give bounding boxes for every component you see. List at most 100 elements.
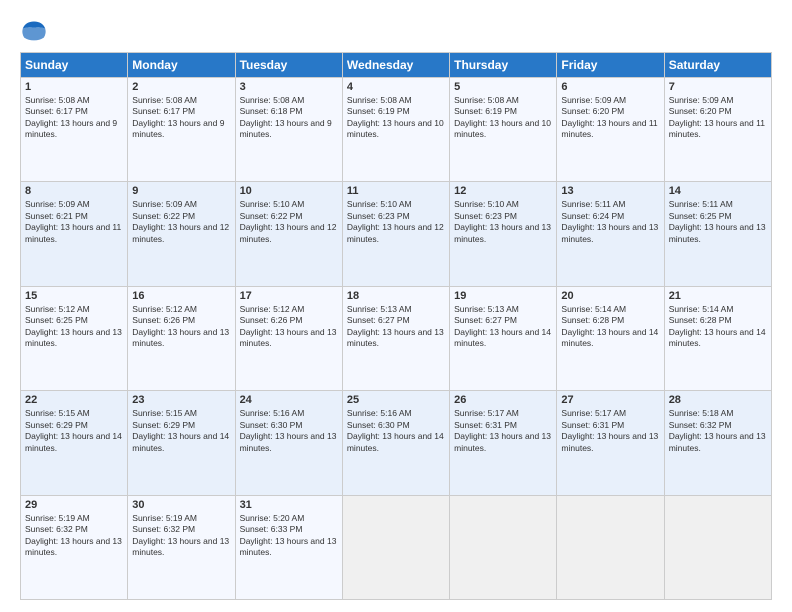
day-number: 6 <box>561 81 659 93</box>
day-number: 22 <box>25 394 123 406</box>
header-cell-thursday: Thursday <box>450 53 557 78</box>
week-row-1: 1Sunrise: 5:08 AMSunset: 6:17 PMDaylight… <box>21 78 772 182</box>
day-content: Sunrise: 5:08 AMSunset: 6:17 PMDaylight:… <box>25 95 123 141</box>
day-number: 18 <box>347 290 445 302</box>
day-number: 17 <box>240 290 338 302</box>
day-content: Sunrise: 5:16 AMSunset: 6:30 PMDaylight:… <box>240 408 338 454</box>
calendar-body: 1Sunrise: 5:08 AMSunset: 6:17 PMDaylight… <box>21 78 772 600</box>
day-cell: 4Sunrise: 5:08 AMSunset: 6:19 PMDaylight… <box>342 78 449 182</box>
day-cell: 29Sunrise: 5:19 AMSunset: 6:32 PMDayligh… <box>21 495 128 599</box>
calendar-table: SundayMondayTuesdayWednesdayThursdayFrid… <box>20 52 772 600</box>
day-number: 8 <box>25 185 123 197</box>
day-content: Sunrise: 5:10 AMSunset: 6:23 PMDaylight:… <box>347 199 445 245</box>
header <box>20 18 772 46</box>
day-number: 3 <box>240 81 338 93</box>
day-cell: 22Sunrise: 5:15 AMSunset: 6:29 PMDayligh… <box>21 391 128 495</box>
header-cell-sunday: Sunday <box>21 53 128 78</box>
day-cell: 2Sunrise: 5:08 AMSunset: 6:17 PMDaylight… <box>128 78 235 182</box>
day-cell: 9 Sunrise: 5:09 AMSunset: 6:22 PMDaylight… <box>128 182 235 286</box>
day-content: Sunrise: 5:19 AMSunset: 6:32 PMDaylight:… <box>132 513 230 559</box>
day-content: Sunrise: 5:12 AMSunset: 6:25 PMDaylight:… <box>25 304 123 350</box>
day-content: Sunrise: 5:09 AMSunset: 6:20 PMDaylight:… <box>561 95 659 141</box>
day-cell: 11 Sunrise: 5:10 AMSunset: 6:23 PMDayligh… <box>342 182 449 286</box>
week-row-3: 15 Sunrise: 5:12 AMSunset: 6:25 PMDayligh… <box>21 286 772 390</box>
day-content: Sunrise: 5:14 AMSunset: 6:28 PMDaylight:… <box>561 304 659 350</box>
day-number: 30 <box>132 499 230 511</box>
day-cell: 15 Sunrise: 5:12 AMSunset: 6:25 PMDayligh… <box>21 286 128 390</box>
day-cell: 12 Sunrise: 5:10 AMSunset: 6:23 PMDayligh… <box>450 182 557 286</box>
day-number: 26 <box>454 394 552 406</box>
day-number: 25 <box>347 394 445 406</box>
day-content: Sunrise: 5:13 AMSunset: 6:27 PMDaylight:… <box>454 304 552 350</box>
day-cell: 3 Sunrise: 5:08 AMSunset: 6:18 PMDaylight… <box>235 78 342 182</box>
day-content: Sunrise: 5:09 AMSunset: 6:21 PMDaylight:… <box>25 199 123 245</box>
day-content: Sunrise: 5:08 AMSunset: 6:18 PMDaylight:… <box>240 95 338 141</box>
day-cell <box>557 495 664 599</box>
day-cell <box>450 495 557 599</box>
day-number: 13 <box>561 185 659 197</box>
day-cell: 5 Sunrise: 5:08 AMSunset: 6:19 PMDaylight… <box>450 78 557 182</box>
day-number: 7 <box>669 81 767 93</box>
day-number: 14 <box>669 185 767 197</box>
day-number: 10 <box>240 185 338 197</box>
day-cell: 30 Sunrise: 5:19 AMSunset: 6:32 PMDayligh… <box>128 495 235 599</box>
day-cell: 7 Sunrise: 5:09 AMSunset: 6:20 PMDaylight… <box>664 78 771 182</box>
day-content: Sunrise: 5:08 AMSunset: 6:17 PMDaylight:… <box>132 95 230 141</box>
day-number: 12 <box>454 185 552 197</box>
day-content: Sunrise: 5:20 AMSunset: 6:33 PMDaylight:… <box>240 513 338 559</box>
day-cell: 26 Sunrise: 5:17 AMSunset: 6:31 PMDayligh… <box>450 391 557 495</box>
day-content: Sunrise: 5:11 AMSunset: 6:25 PMDaylight:… <box>669 199 767 245</box>
day-content: Sunrise: 5:17 AMSunset: 6:31 PMDaylight:… <box>561 408 659 454</box>
day-cell: 8 Sunrise: 5:09 AMSunset: 6:21 PMDaylight… <box>21 182 128 286</box>
day-cell: 17 Sunrise: 5:12 AMSunset: 6:26 PMDayligh… <box>235 286 342 390</box>
day-content: Sunrise: 5:09 AMSunset: 6:20 PMDaylight:… <box>669 95 767 141</box>
day-cell <box>664 495 771 599</box>
day-cell: 14 Sunrise: 5:11 AMSunset: 6:25 PMDayligh… <box>664 182 771 286</box>
day-content: Sunrise: 5:17 AMSunset: 6:31 PMDaylight:… <box>454 408 552 454</box>
day-number: 5 <box>454 81 552 93</box>
day-cell: 25 Sunrise: 5:16 AMSunset: 6:30 PMDayligh… <box>342 391 449 495</box>
day-number: 16 <box>132 290 230 302</box>
day-number: 9 <box>132 185 230 197</box>
logo-icon <box>20 18 48 46</box>
header-cell-tuesday: Tuesday <box>235 53 342 78</box>
day-content: Sunrise: 5:16 AMSunset: 6:30 PMDaylight:… <box>347 408 445 454</box>
day-content: Sunrise: 5:09 AMSunset: 6:22 PMDaylight:… <box>132 199 230 245</box>
calendar-header: SundayMondayTuesdayWednesdayThursdayFrid… <box>21 53 772 78</box>
day-cell: 18Sunrise: 5:13 AMSunset: 6:27 PMDayligh… <box>342 286 449 390</box>
day-cell: 31 Sunrise: 5:20 AMSunset: 6:33 PMDayligh… <box>235 495 342 599</box>
day-number: 11 <box>347 185 445 197</box>
day-cell <box>342 495 449 599</box>
day-content: Sunrise: 5:12 AMSunset: 6:26 PMDaylight:… <box>240 304 338 350</box>
day-number: 15 <box>25 290 123 302</box>
header-cell-saturday: Saturday <box>664 53 771 78</box>
day-cell: 1Sunrise: 5:08 AMSunset: 6:17 PMDaylight… <box>21 78 128 182</box>
day-cell: 16 Sunrise: 5:12 AMSunset: 6:26 PMDayligh… <box>128 286 235 390</box>
week-row-2: 8 Sunrise: 5:09 AMSunset: 6:21 PMDaylight… <box>21 182 772 286</box>
day-content: Sunrise: 5:11 AMSunset: 6:24 PMDaylight:… <box>561 199 659 245</box>
day-content: Sunrise: 5:08 AMSunset: 6:19 PMDaylight:… <box>454 95 552 141</box>
header-cell-monday: Monday <box>128 53 235 78</box>
day-number: 27 <box>561 394 659 406</box>
day-content: Sunrise: 5:10 AMSunset: 6:22 PMDaylight:… <box>240 199 338 245</box>
day-content: Sunrise: 5:19 AMSunset: 6:32 PMDaylight:… <box>25 513 123 559</box>
day-content: Sunrise: 5:12 AMSunset: 6:26 PMDaylight:… <box>132 304 230 350</box>
day-number: 21 <box>669 290 767 302</box>
day-cell: 24 Sunrise: 5:16 AMSunset: 6:30 PMDayligh… <box>235 391 342 495</box>
week-row-5: 29Sunrise: 5:19 AMSunset: 6:32 PMDayligh… <box>21 495 772 599</box>
day-cell: 28Sunrise: 5:18 AMSunset: 6:32 PMDayligh… <box>664 391 771 495</box>
day-cell: 19Sunrise: 5:13 AMSunset: 6:27 PMDayligh… <box>450 286 557 390</box>
day-number: 20 <box>561 290 659 302</box>
day-content: Sunrise: 5:14 AMSunset: 6:28 PMDaylight:… <box>669 304 767 350</box>
logo <box>20 18 52 46</box>
header-cell-wednesday: Wednesday <box>342 53 449 78</box>
day-cell: 6 Sunrise: 5:09 AMSunset: 6:20 PMDaylight… <box>557 78 664 182</box>
day-number: 31 <box>240 499 338 511</box>
day-content: Sunrise: 5:10 AMSunset: 6:23 PMDaylight:… <box>454 199 552 245</box>
header-row: SundayMondayTuesdayWednesdayThursdayFrid… <box>21 53 772 78</box>
day-number: 24 <box>240 394 338 406</box>
day-number: 23 <box>132 394 230 406</box>
day-content: Sunrise: 5:08 AMSunset: 6:19 PMDaylight:… <box>347 95 445 141</box>
day-cell: 23Sunrise: 5:15 AMSunset: 6:29 PMDayligh… <box>128 391 235 495</box>
page: SundayMondayTuesdayWednesdayThursdayFrid… <box>0 0 792 612</box>
